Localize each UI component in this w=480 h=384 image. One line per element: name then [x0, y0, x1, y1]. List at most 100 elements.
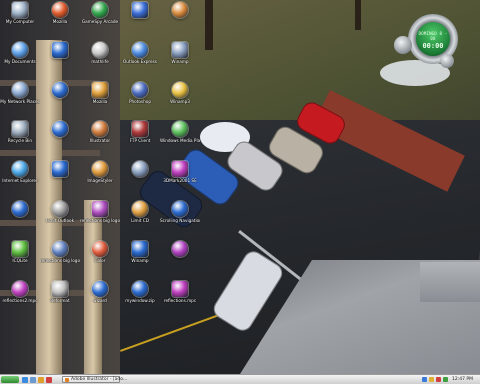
desktop-icon-label: Windows Media Player [160, 138, 200, 143]
desktop-icon[interactable]: reflections.mpc [160, 281, 200, 303]
tray-app-icon[interactable] [436, 377, 441, 382]
desktop-icon[interactable]: mywindow.zip [120, 281, 160, 303]
desktop-icon-label: reflections.mpc [163, 298, 197, 303]
desktop-icon[interactable] [40, 42, 80, 59]
desktop-icon-label: Limit Outlook [45, 218, 75, 223]
desktop-icon[interactable]: My Documents [0, 42, 40, 64]
tray-network-icon[interactable] [422, 377, 427, 382]
icq-icon [12, 241, 28, 257]
desktop-icon-label: Winamp [171, 59, 189, 64]
desktop-icon-label: Winamp3 [170, 99, 190, 104]
desktop-icon[interactable]: reflections2.mpc [0, 281, 40, 303]
desktop-icon[interactable]: ImageStyler [80, 161, 120, 183]
desktop-icon[interactable]: GameSpy Arcade [80, 2, 120, 24]
tray-clock[interactable]: 12:47 PM [452, 376, 473, 383]
desktop-icon-label: ICQLite [12, 258, 28, 263]
desktop-icon-label: Illustrator [89, 138, 111, 143]
desktop-icon[interactable] [40, 121, 80, 138]
desktop-icon[interactable] [120, 2, 160, 19]
desktop-icon-label: My Documents [4, 59, 36, 64]
clock-knob-left[interactable] [394, 36, 412, 54]
desktop-icon[interactable]: Internet Explorer [0, 161, 40, 183]
desktop-icon[interactable]: Scrolling Navigation [160, 201, 200, 223]
app-icon [132, 161, 148, 177]
desktop-icon-label: mathlife [91, 59, 109, 64]
clock-widget[interactable]: DOMINGO 8 - 08 00:00 [394, 14, 466, 76]
outlook-express-icon [132, 42, 148, 58]
desktop-icon[interactable]: Winamp [120, 241, 160, 263]
psd-file-icon [52, 241, 68, 257]
desktop-icon[interactable]: Color [80, 241, 120, 263]
desktop-icon[interactable]: Illustrator [80, 121, 120, 143]
winamp-icon [132, 241, 148, 257]
start-button[interactable] [1, 376, 19, 383]
desktop-icon[interactable]: Reformat [40, 281, 80, 303]
desktop-icon[interactable]: mathlife [80, 42, 120, 64]
3dmark-icon [172, 161, 188, 177]
html-file-icon [92, 201, 108, 217]
winamp-icon [172, 42, 188, 58]
desktop-icon[interactable]: FTP Client [120, 121, 160, 143]
desktop-icon[interactable]: Mozilla [40, 2, 80, 24]
desktop-icon[interactable]: 3DMark2001 SE [160, 161, 200, 183]
taskbar-item-illustrator[interactable]: Adobe Illustrator - [ado... [62, 376, 127, 383]
documents-icon [12, 42, 28, 58]
desktop-icon[interactable] [40, 82, 80, 99]
quick-launch-folder-icon[interactable] [38, 376, 44, 383]
navigation-icon [172, 201, 188, 217]
desktop-icon[interactable] [0, 201, 40, 218]
desktop-icon[interactable]: Limit Outlook [40, 201, 80, 223]
clock-date: DOMINGO 8 - 08 [418, 31, 448, 41]
desktop-icon[interactable]: Photoshop [120, 82, 160, 104]
desktop-icon[interactable]: Mozilla [80, 82, 120, 104]
reformat-icon [52, 281, 68, 297]
desktop-icon-label: ImageStyler [87, 178, 113, 183]
desktop-icon-label: reflections big logo glass.html [80, 218, 120, 223]
desktop-icon-label: Mozilla [92, 99, 108, 104]
wallpaper-roof-edge [420, 262, 480, 302]
tray-status-icon[interactable] [443, 377, 448, 382]
desktop-icon[interactable]: wizard [80, 281, 120, 303]
desktop-icon[interactable]: My Computer [0, 2, 40, 24]
desktop-icon[interactable]: reflections big logo glass.psd [40, 241, 80, 263]
desktop-icon[interactable] [120, 161, 160, 178]
desktop-icon-label: Mozilla [52, 19, 68, 24]
desktop-icon[interactable]: reflections big logo glass.html [80, 201, 120, 223]
desktop-icon-label: Limit CD [131, 218, 149, 223]
desktop-icon-label: reflections2.mpc [2, 298, 38, 303]
tray-volume-icon[interactable] [429, 377, 434, 382]
desktop-icon[interactable]: Winamp [160, 42, 200, 64]
mpc-file-icon [12, 281, 28, 297]
desktop-icon-label: Scrolling Navigation [160, 218, 200, 223]
desktop-icon-label: Outlook Express [123, 59, 157, 64]
desktop-icon[interactable]: My Network Places [0, 82, 40, 104]
illustrator-icon [92, 121, 108, 137]
desktop-icon[interactable]: Outlook Express [120, 42, 160, 64]
desktop-icon[interactable]: ICQLite [0, 241, 40, 263]
imagestyler-icon [92, 161, 108, 177]
desktop-icon[interactable] [40, 161, 80, 178]
ftp-icon [132, 121, 148, 137]
outlook-icon [52, 201, 68, 217]
desktop-icon[interactable] [160, 241, 200, 258]
gamespy-icon [92, 2, 108, 18]
app-icon [52, 121, 68, 137]
desktop-icon[interactable]: Winamp3 [160, 82, 200, 104]
quick-launch-ie-icon[interactable] [22, 376, 28, 383]
mozilla-icon [52, 2, 68, 18]
desktop-icon-label: Photoshop [128, 99, 151, 104]
desktop-icon-label: Winamp [131, 258, 149, 263]
quick-launch-app-icon[interactable] [46, 376, 52, 383]
clock-knob-right[interactable] [440, 54, 454, 68]
desktop-icon[interactable]: Recycle Bin [0, 121, 40, 143]
taskbar-item-label: Adobe Illustrator - [ado... [71, 377, 128, 382]
desktop-icon[interactable]: Limit CD [120, 201, 160, 223]
wizard-icon [92, 281, 108, 297]
photoshop-icon [132, 82, 148, 98]
quick-launch-desktop-icon[interactable] [30, 376, 36, 383]
desktop-icon[interactable] [160, 2, 200, 19]
desktop-icon-label: reflections big logo glass.psd [40, 258, 80, 263]
desktop-icon[interactable]: Windows Media Player [160, 121, 200, 143]
clock-time: 00:00 [422, 42, 444, 50]
winamp3-icon [172, 82, 188, 98]
